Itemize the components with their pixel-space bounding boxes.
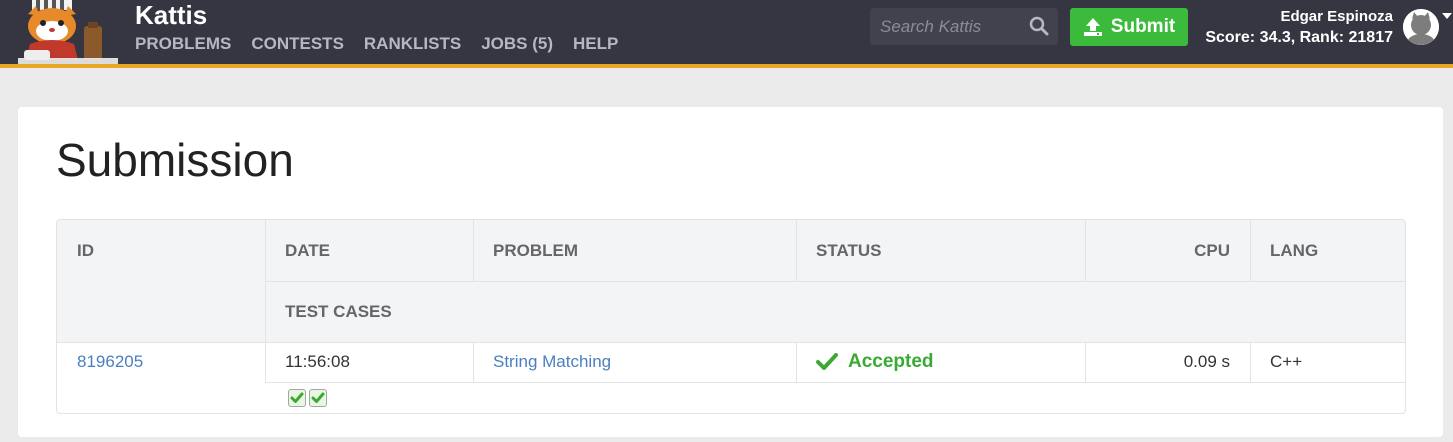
cell-lang: C++ [1270,352,1303,371]
problem-link[interactable]: String Matching [493,352,611,372]
submit-button[interactable]: Submit [1070,8,1188,46]
kattis-logo-icon[interactable] [18,0,118,64]
submission-card: Submission ID DATE PROBLEM STATUS CPU LA… [18,107,1443,437]
check-icon [311,392,325,403]
th-problem: PROBLEM [493,240,578,260]
cell-date: 11:56:08 [285,352,350,371]
test-case-passed[interactable] [309,389,327,407]
th-test-cases: TEST CASES [285,301,392,321]
dropdown-caret-icon[interactable] [1442,13,1452,19]
cell-status: Accepted [796,342,1085,382]
search-box [870,8,1058,45]
submit-label: Submit [1110,16,1176,37]
avatar-icon [1403,9,1439,45]
th-lang: LANG [1270,240,1319,260]
brand-link[interactable]: Kattis [135,0,207,30]
main-nav: PROBLEMS CONTESTS RANKLISTS JOBS (5) HEL… [135,34,618,54]
status-badge: Accepted [848,351,934,372]
check-icon [816,353,838,370]
submission-id-link[interactable]: 8196205 [77,352,143,372]
nav-problems[interactable]: PROBLEMS [135,34,231,54]
table-row: 8196205 [57,342,265,382]
th-status: STATUS [816,240,882,260]
search-icon[interactable] [1029,16,1049,36]
test-cases-row [265,382,665,413]
th-date: DATE [285,240,331,260]
page-title: Submission [56,134,294,186]
cell-problem: String Matching [473,342,796,382]
cell-cpu: 0.09 s [1183,352,1230,371]
nav-help[interactable]: HELP [573,34,618,54]
test-case-passed[interactable] [288,389,306,407]
submission-table: ID DATE PROBLEM STATUS CPU LANG TEST CAS… [56,219,1406,414]
nav-contests[interactable]: CONTESTS [251,34,344,54]
nav-ranklists[interactable]: RANKLISTS [364,34,461,54]
user-avatar[interactable] [1403,9,1439,45]
th-id: ID [77,240,94,260]
user-stats: Score: 34.3, Rank: 21817 [1205,29,1393,46]
top-navbar: Kattis PROBLEMS CONTESTS RANKLISTS JOBS … [0,0,1453,68]
search-input[interactable] [870,8,1020,45]
user-info[interactable]: Edgar Espinoza Score: 34.3, Rank: 21817 [1205,8,1393,48]
th-cpu: CPU [1194,240,1230,260]
upload-icon [1083,18,1102,36]
nav-jobs[interactable]: JOBS (5) [481,34,553,54]
user-name: Edgar Espinoza [1280,8,1393,25]
check-icon [290,392,304,403]
